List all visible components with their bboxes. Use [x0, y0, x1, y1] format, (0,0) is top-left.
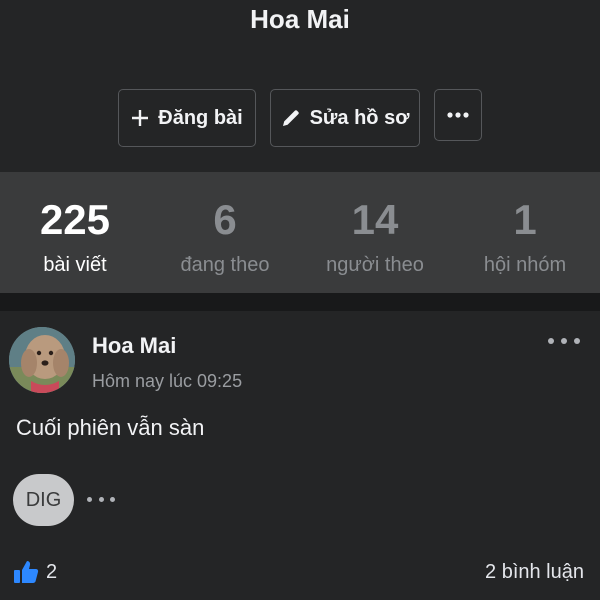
more-horizontal-icon	[447, 112, 469, 118]
dot	[561, 338, 567, 344]
plus-icon	[131, 109, 149, 127]
thumbs-up-icon[interactable]	[13, 559, 39, 585]
stat-value: 225	[39, 196, 111, 243]
dot	[87, 496, 92, 502]
pencil-icon	[281, 108, 301, 128]
reaction-badge[interactable]: DIG	[13, 474, 74, 526]
dot	[548, 338, 554, 344]
stat-label: đang theo	[180, 254, 270, 276]
stat-value: 6	[213, 196, 237, 243]
stat-value: 14	[351, 196, 399, 243]
profile-header: Hoa Mai Đăng bài Sửa hồ sơ	[0, 0, 600, 172]
comment-count[interactable]: 2 bình luận	[485, 561, 584, 584]
create-post-button[interactable]: Đăng bài	[118, 89, 256, 147]
dot	[98, 496, 104, 502]
post-author[interactable]: Hoa Mai	[92, 333, 176, 359]
create-post-label: Đăng bài	[158, 106, 243, 129]
edit-profile-button[interactable]: Sửa hồ sơ	[270, 89, 420, 147]
stat-label: bài viết	[43, 254, 107, 276]
post-menu-button[interactable]	[548, 333, 580, 349]
dot	[110, 496, 115, 502]
stat-posts[interactable]: 225 bài viết	[0, 172, 150, 293]
post-card: Hoa Mai Hôm nay lúc 09:25 Cuối phiên vẫn…	[0, 311, 600, 600]
dot	[574, 338, 580, 344]
stat-groups[interactable]: 1 hội nhóm	[450, 172, 600, 293]
stat-followers[interactable]: 14 người theo	[300, 172, 450, 293]
stat-following[interactable]: 6 đang theo	[150, 172, 300, 293]
avatar[interactable]	[9, 327, 75, 393]
section-divider	[0, 293, 600, 311]
edit-profile-label: Sửa hồ sơ	[309, 106, 410, 129]
stat-label: hội nhóm	[483, 254, 567, 276]
more-options-button[interactable]	[434, 89, 482, 141]
stat-value: 1	[513, 196, 537, 243]
reaction-more-button[interactable]	[87, 492, 115, 506]
like-count[interactable]: 2	[46, 561, 57, 584]
post-text: Cuối phiên vẫn sàn	[16, 415, 205, 440]
stat-label: người theo	[326, 254, 424, 276]
post-timestamp[interactable]: Hôm nay lúc 09:25	[92, 371, 242, 392]
stats-bar: 225 bài viết 6 đang theo 14 người theo 1…	[0, 172, 600, 293]
profile-name: Hoa Mai	[250, 4, 350, 34]
